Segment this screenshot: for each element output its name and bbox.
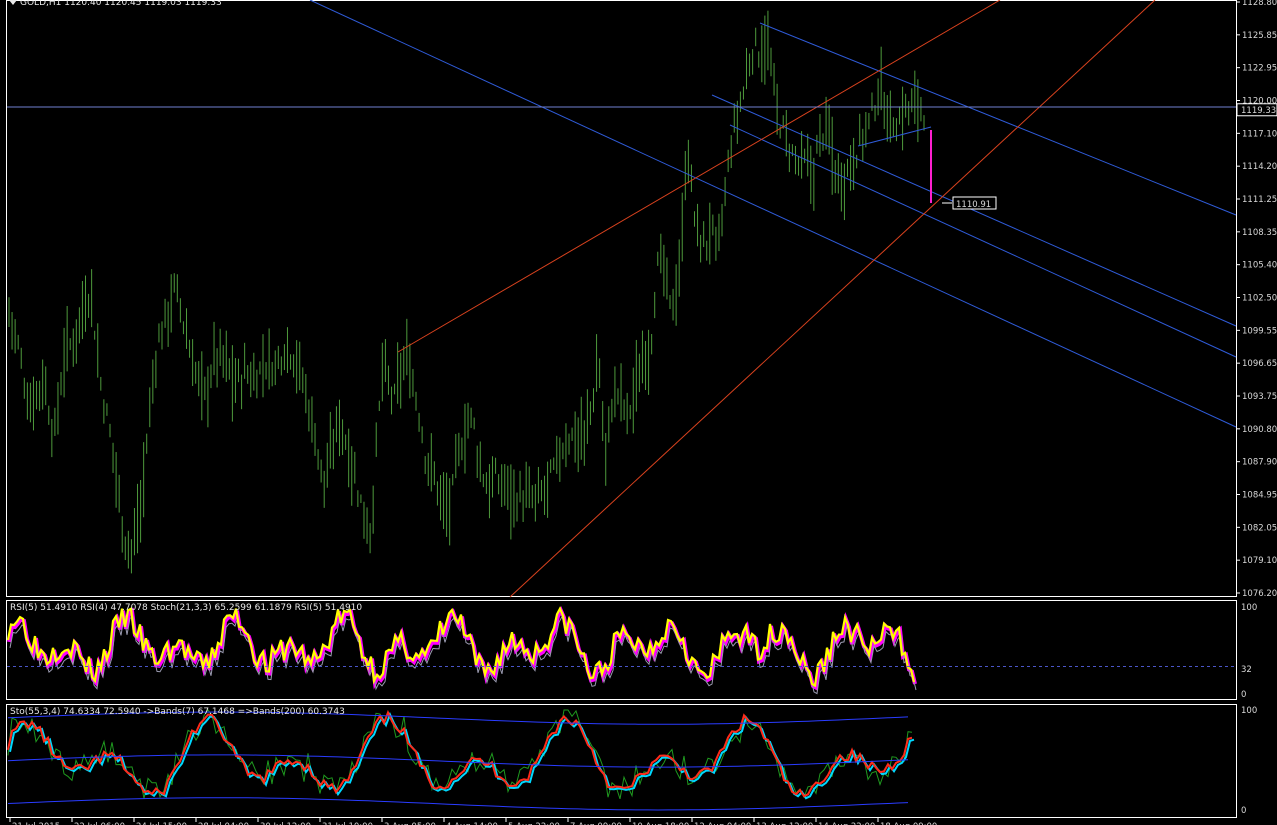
- rsi-level-label: 100: [1241, 603, 1257, 613]
- price-axis-label: 1114.20: [1242, 162, 1277, 172]
- symbol-header: GOLD,H1 1120.40 1120.45 1119.03 1119.33: [9, 0, 222, 8]
- sto-level-label: 100: [1241, 706, 1257, 716]
- current-price-label: 1119.33: [1241, 106, 1276, 116]
- rsi-pane-header: RSI(5) 51.4910 RSI(4) 47.7078 Stoch(21,3…: [10, 603, 363, 613]
- sto-level-label: 0: [1241, 806, 1246, 816]
- rsi-level-label: 32: [1241, 665, 1252, 675]
- price-axis-label: 1111.25: [1242, 195, 1277, 205]
- collapse-triangle-icon[interactable]: [9, 0, 17, 5]
- price-axis-label: 1128.80: [1242, 0, 1277, 8]
- price-axis-label: 1082.05: [1242, 523, 1277, 533]
- price-axis-label: 1099.55: [1242, 326, 1277, 336]
- price-axis-label: 1096.65: [1242, 359, 1277, 369]
- price-axis-label: 1122.95: [1242, 64, 1277, 74]
- price-axis-label: 1093.75: [1242, 392, 1277, 402]
- price-axis-label: 1108.35: [1242, 228, 1277, 238]
- price-axis-label: 1079.10: [1242, 556, 1277, 566]
- rsi-level-label: 0: [1241, 690, 1246, 700]
- price-axis-label: 1125.85: [1242, 31, 1277, 41]
- target-price-label: 1110.91: [956, 200, 991, 210]
- sto-pane-header: Sto(55,3,4) 74.6334 72.5940 ->Bands(7) 6…: [10, 707, 345, 717]
- symbol-header-text: GOLD,H1 1120.40 1120.45 1119.03 1119.33: [20, 0, 222, 8]
- price-axis-label: 1076.20: [1242, 589, 1277, 599]
- price-axis-label: 1084.95: [1242, 491, 1277, 501]
- price-axis-label: 1090.80: [1242, 425, 1277, 435]
- price-axis-label: 1105.40: [1242, 261, 1277, 271]
- price-axis-label: 1117.10: [1242, 129, 1277, 139]
- price-axis-label: 1102.50: [1242, 294, 1277, 304]
- price-axis-label: 1087.90: [1242, 458, 1277, 468]
- chart-canvas[interactable]: 1128.801125.851122.951120.001117.101114.…: [0, 0, 1277, 825]
